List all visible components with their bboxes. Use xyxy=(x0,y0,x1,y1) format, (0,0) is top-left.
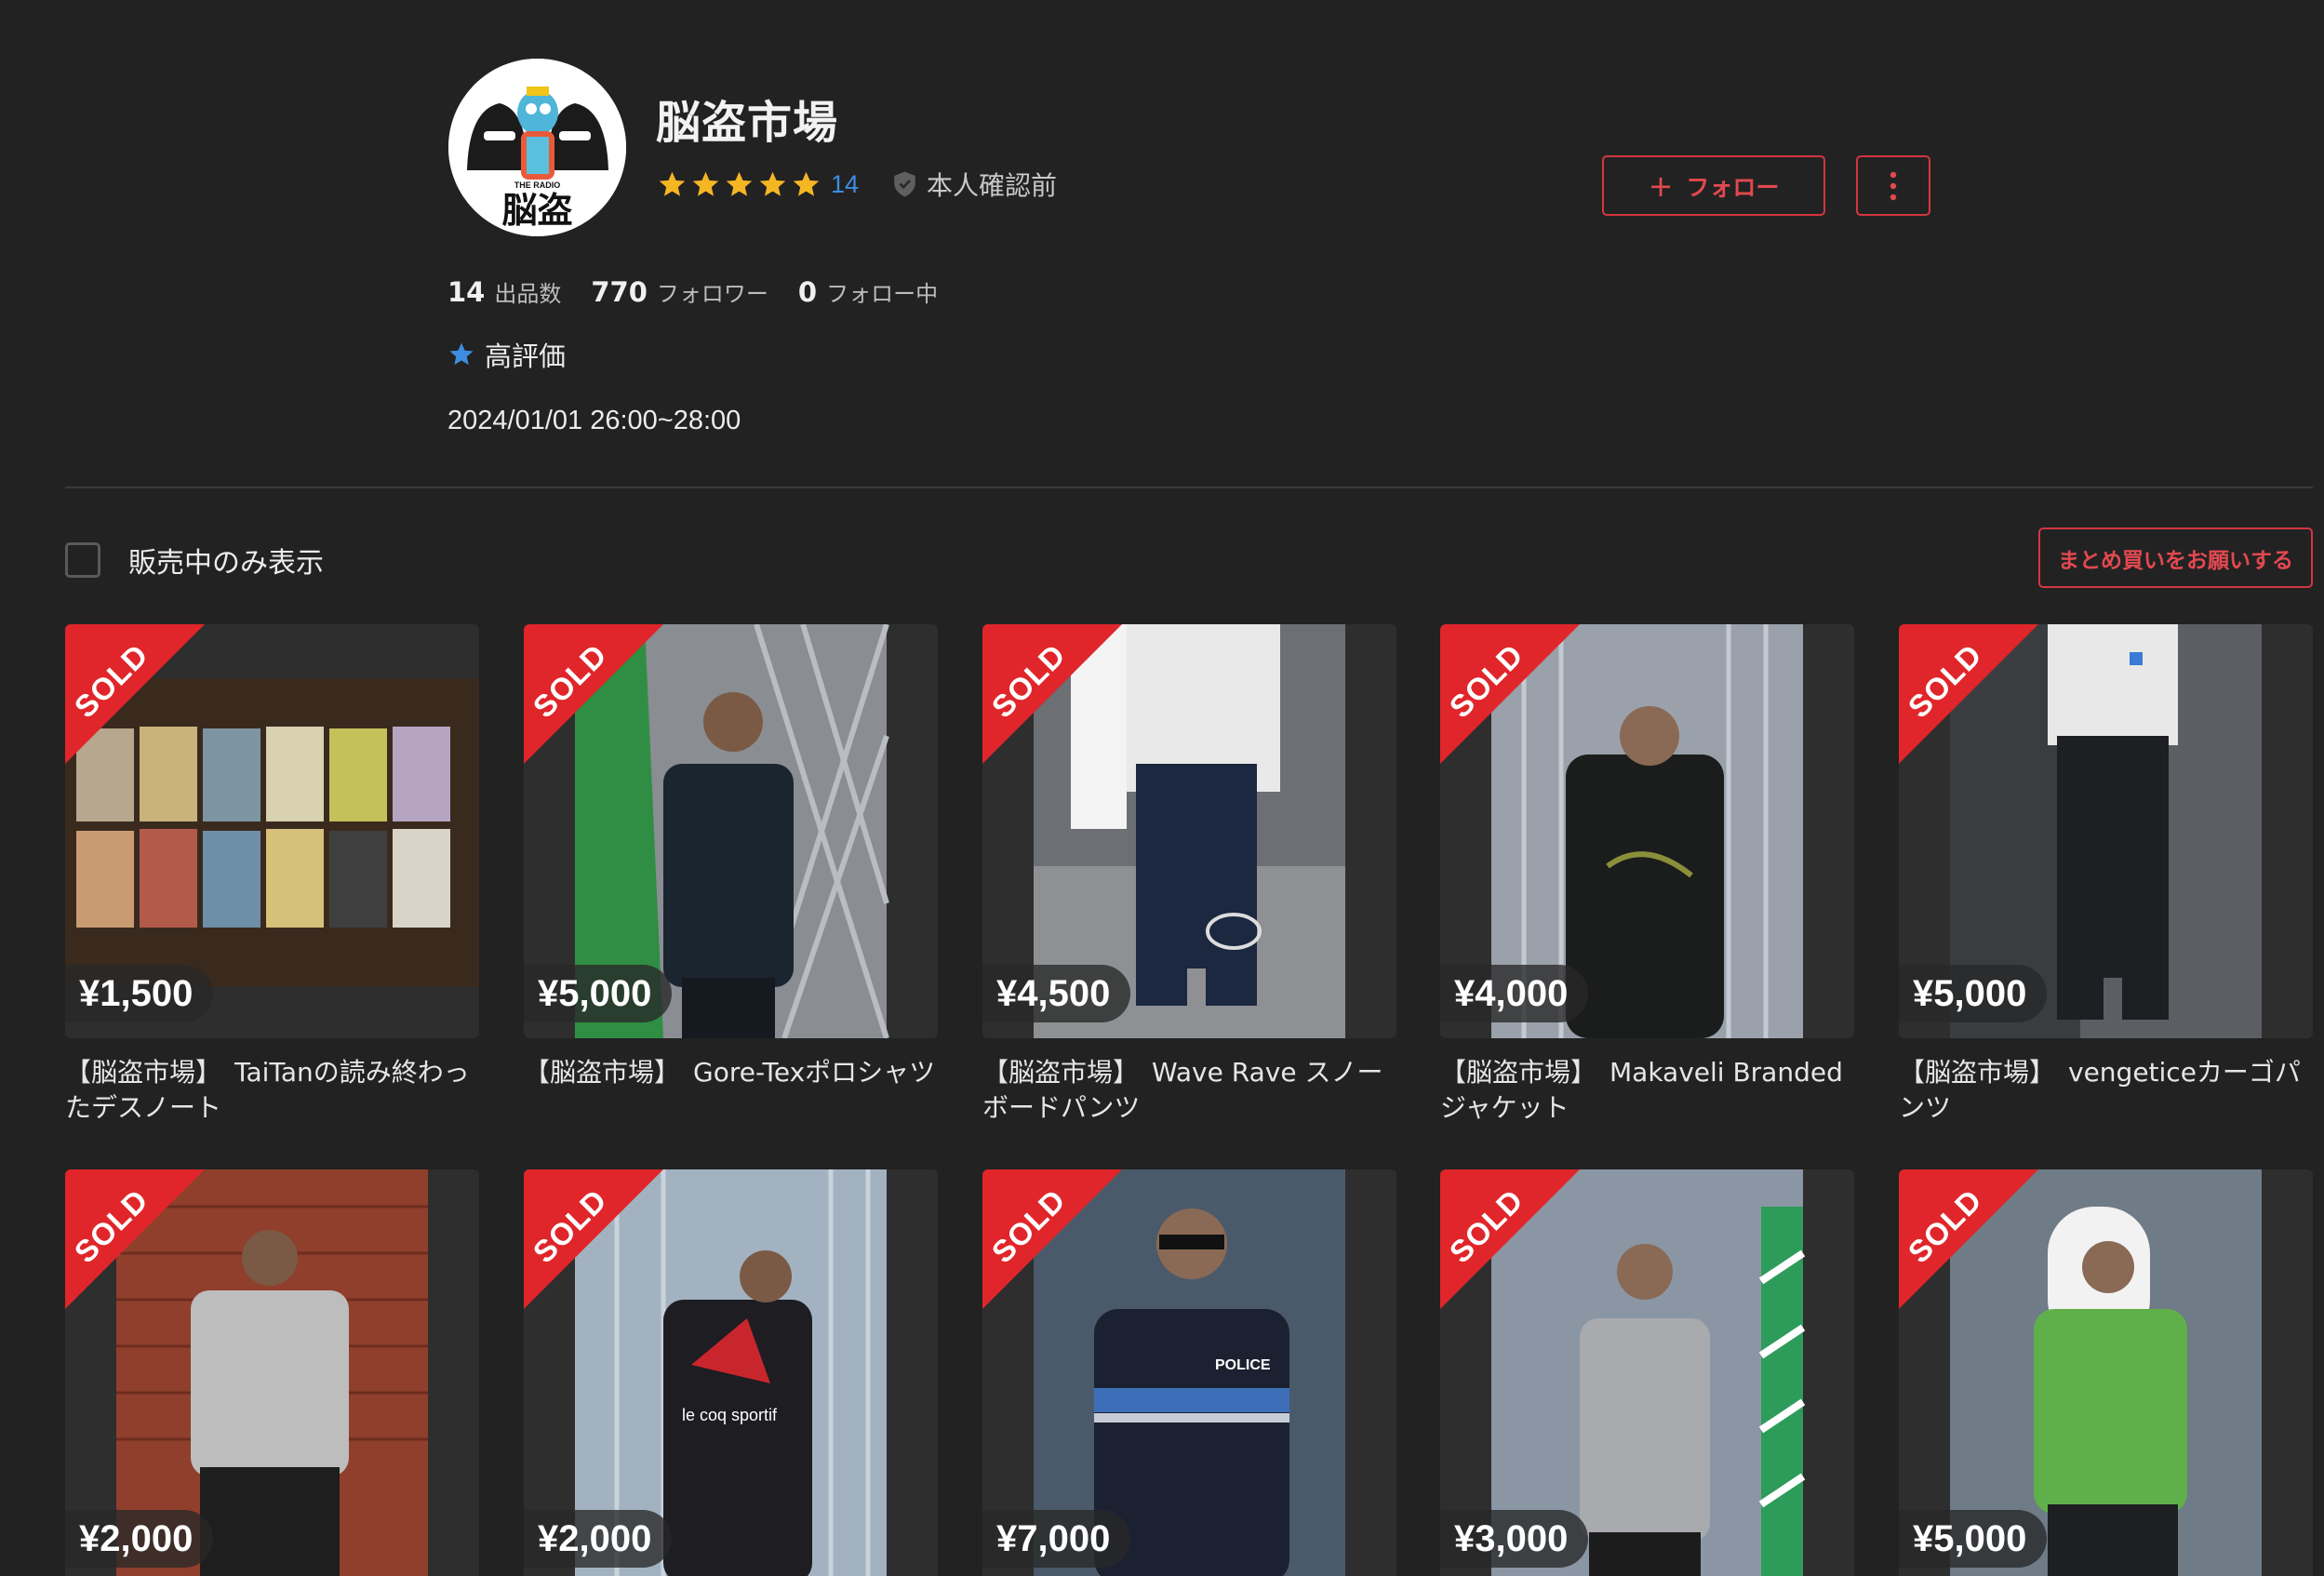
rating-stars xyxy=(657,169,821,200)
listing-count[interactable]: 14 xyxy=(447,276,485,308)
star-icon xyxy=(793,171,820,196)
verification-status: 本人確認前 xyxy=(892,166,1057,203)
svg-text:脳盗: 脳盗 xyxy=(501,190,572,231)
sold-badge: SOLD xyxy=(982,1169,1122,1309)
item-price: ¥4,000 xyxy=(1440,965,1589,1022)
item-card[interactable]: SOLD ¥4,000 【脳盗市場】 Makaveli Branded ジャケッ… xyxy=(1440,624,1854,1126)
sold-badge: SOLD xyxy=(1440,624,1580,764)
sold-badge: SOLD xyxy=(982,624,1122,764)
seller-profile-page: THE RADIO 脳盗 脳盗市場 14 本人確認前 + フォロー 14 出品数… xyxy=(0,0,2324,1576)
star-icon xyxy=(726,171,753,196)
item-thumbnail[interactable]: SOLD ¥5,000 xyxy=(524,624,938,1038)
item-title[interactable]: 【脳盗市場】 vengeticeカーゴパンツ xyxy=(1899,1055,2313,1126)
plus-icon: + xyxy=(1648,167,1674,204)
item-card[interactable]: SOLD ¥5,000 【脳盗市場】 vengeticeカーゴパンツ xyxy=(1899,624,2313,1126)
profile-schedule-text: 2024/01/01 26:00~28:00 xyxy=(447,406,741,435)
item-price: ¥2,000 xyxy=(65,1510,214,1568)
item-price: ¥7,000 xyxy=(982,1510,1131,1568)
sold-badge: SOLD xyxy=(1440,1169,1580,1309)
item-price: ¥3,000 xyxy=(1440,1510,1589,1568)
item-thumbnail[interactable]: SOLD ¥5,000 xyxy=(1899,624,2313,1038)
sold-badge: SOLD xyxy=(65,624,205,764)
verification-label: 本人確認前 xyxy=(927,170,1058,201)
item-card[interactable]: SOLD ¥5,000 xyxy=(1899,1169,2313,1576)
item-thumbnail[interactable]: SOLD ¥5,000 xyxy=(1899,1169,2313,1576)
item-price: ¥5,000 xyxy=(1899,1510,2048,1568)
item-card[interactable]: SOLD ¥3,000 xyxy=(1440,1169,1854,1576)
follow-button[interactable]: + フォロー xyxy=(1602,155,1825,216)
item-price: ¥4,500 xyxy=(982,965,1131,1022)
sold-badge: SOLD xyxy=(65,1169,205,1309)
item-card[interactable]: le coq sportif SOLD ¥2,000 xyxy=(524,1169,938,1576)
item-card[interactable]: SOLD ¥2,000 xyxy=(65,1169,479,1576)
following-count[interactable]: 0 xyxy=(798,276,817,308)
shield-check-icon xyxy=(894,171,915,197)
item-title[interactable]: 【脳盗市場】 Makaveli Branded ジャケット xyxy=(1440,1055,1854,1126)
listing-count-label: 出品数 xyxy=(494,281,562,307)
follower-count[interactable]: 770 xyxy=(591,276,648,308)
rating-count[interactable]: 14 xyxy=(831,170,859,199)
item-card[interactable]: SOLD ¥1,500 【脳盗市場】 TaiTanの読み終わったデスノート xyxy=(65,624,479,1126)
profile-stats: 14 出品数 770 フォロワー 0 フォロー中 xyxy=(447,275,968,308)
svg-text:le coq sportif: le coq sportif xyxy=(682,1406,778,1424)
item-thumbnail[interactable]: le coq sportif SOLD ¥2,000 xyxy=(524,1169,938,1576)
more-options-button[interactable] xyxy=(1856,155,1930,216)
on-sale-filter[interactable]: 販売中のみ表示 xyxy=(65,540,324,581)
high-rating-badge: 高評価 xyxy=(447,335,566,374)
item-title[interactable]: 【脳盗市場】 Gore-Texポロシャツ xyxy=(524,1055,938,1090)
item-card[interactable]: SOLD ¥5,000 【脳盗市場】 Gore-Texポロシャツ xyxy=(524,624,938,1090)
item-thumbnail[interactable]: SOLD ¥3,000 xyxy=(1440,1169,1854,1576)
following-count-label: フォロー中 xyxy=(826,281,939,307)
shop-avatar[interactable]: THE RADIO 脳盗 xyxy=(448,59,626,236)
item-title[interactable]: 【脳盗市場】 TaiTanの読み終わったデスノート xyxy=(65,1055,479,1126)
svg-text:POLICE: POLICE xyxy=(1215,1357,1271,1373)
item-title[interactable]: 【脳盗市場】 Wave Rave スノーボードパンツ xyxy=(982,1055,1396,1126)
follower-count-label: フォロワー xyxy=(656,281,768,307)
on-sale-filter-label: 販売中のみ表示 xyxy=(128,547,324,580)
item-price: ¥2,000 xyxy=(524,1510,673,1568)
item-thumbnail[interactable]: SOLD ¥4,000 xyxy=(1440,624,1854,1038)
item-price: ¥1,500 xyxy=(65,965,214,1022)
item-thumbnail[interactable]: SOLD ¥2,000 xyxy=(65,1169,479,1576)
item-price: ¥5,000 xyxy=(1899,965,2048,1022)
follow-label: フォロー xyxy=(1686,173,1780,201)
kebab-menu-icon xyxy=(1890,171,1897,200)
shop-logo-icon: THE RADIO 脳盗 xyxy=(448,59,626,236)
star-icon xyxy=(659,171,686,196)
shop-name: 脳盗市場 xyxy=(656,97,839,149)
item-thumbnail[interactable]: SOLD ¥1,500 xyxy=(65,624,479,1038)
rating-row[interactable]: 14 本人確認前 xyxy=(657,166,1057,203)
sold-badge: SOLD xyxy=(1899,1169,2038,1309)
bulk-purchase-request-button[interactable]: まとめ買いをお願いする xyxy=(2038,528,2313,588)
item-price: ¥5,000 xyxy=(524,965,673,1022)
star-icon xyxy=(759,171,786,196)
divider xyxy=(65,487,2313,488)
on-sale-checkbox[interactable] xyxy=(65,542,100,578)
star-icon xyxy=(449,342,474,366)
sold-badge: SOLD xyxy=(1899,624,2038,764)
item-card[interactable]: POLICE SOLD ¥7,000 xyxy=(982,1169,1396,1576)
badge-label: 高評価 xyxy=(485,341,567,372)
svg-text:THE RADIO: THE RADIO xyxy=(514,180,561,190)
item-thumbnail[interactable]: POLICE SOLD ¥7,000 xyxy=(982,1169,1396,1576)
item-card[interactable]: SOLD ¥4,500 【脳盗市場】 Wave Rave スノーボードパンツ xyxy=(982,624,1396,1126)
star-icon xyxy=(692,171,719,196)
item-thumbnail[interactable]: SOLD ¥4,500 xyxy=(982,624,1396,1038)
sold-badge: SOLD xyxy=(524,1169,663,1309)
sold-badge: SOLD xyxy=(524,624,663,764)
